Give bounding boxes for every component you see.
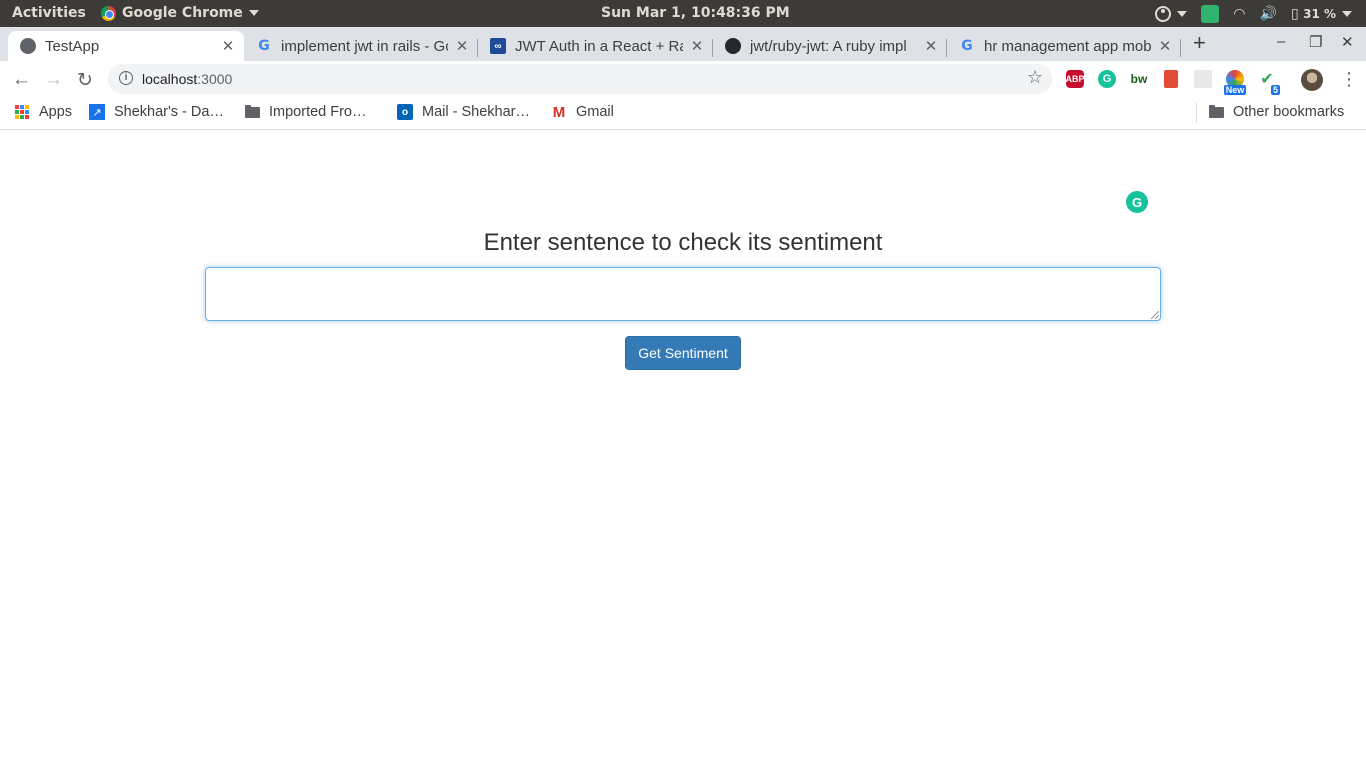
caret-down-icon — [1342, 10, 1352, 17]
new-extension-icon[interactable]: New — [1223, 70, 1247, 95]
folder-icon — [244, 104, 260, 120]
battery-percent: 31 % — [1303, 6, 1336, 21]
folder-icon — [1208, 104, 1224, 120]
bookmark-label: Shekhar's - Da… — [114, 104, 224, 120]
gmail-icon: M — [552, 103, 566, 121]
close-icon[interactable]: ✕ — [454, 37, 470, 55]
checkmark-extension-icon[interactable]: ✔ 5 — [1258, 70, 1280, 95]
system-top-bar: Activities Google Chrome Sun Mar 1, 10:4… — [0, 0, 1366, 27]
minimize-icon[interactable]: ‒ — [1277, 33, 1285, 50]
bookmark-apps[interactable]: Apps — [14, 104, 72, 120]
grammarly-icon[interactable]: G — [1126, 191, 1148, 213]
google-icon: G — [961, 38, 973, 54]
caret-down-icon — [1177, 10, 1188, 17]
bookmark-label: Apps — [39, 104, 73, 120]
tab-testapp[interactable]: TestApp ✕ — [8, 31, 244, 61]
new-badge: New — [1223, 85, 1247, 95]
bw-extension-icon[interactable]: bw — [1130, 70, 1148, 88]
url-host: localhost — [142, 71, 198, 87]
bookmark-label: Gmail — [576, 104, 614, 120]
new-tab-plus-icon[interactable]: + — [1193, 30, 1206, 56]
volume-icon[interactable]: 🔊 — [1260, 6, 1277, 22]
bookmark-other-bookmarks[interactable]: Other bookmarks — [1208, 104, 1344, 120]
green-app-indicator[interactable] — [1201, 4, 1220, 23]
tab-title: JWT Auth in a React + Rai — [515, 37, 683, 55]
chrome-icon — [101, 5, 116, 21]
bookmark-imported-folder[interactable]: Imported Fro… — [244, 104, 367, 120]
browser-toolbar: ← → ↻ i localhost:3000 ☆ ABP G bw New ✔ 5… — [0, 61, 1366, 97]
grey-extension-icon[interactable] — [1194, 70, 1212, 88]
bookmark-label: Other bookmarks — [1233, 104, 1345, 120]
wifi-icon[interactable]: ◠ — [1233, 6, 1245, 22]
tab-title: TestApp — [45, 37, 100, 55]
info-icon[interactable]: i — [119, 71, 133, 85]
accessibility-icon — [1155, 5, 1172, 22]
tab-separator — [1180, 39, 1181, 57]
battery-icon: ▯ — [1290, 5, 1304, 22]
sentence-input[interactable] — [205, 267, 1161, 321]
caret-down-icon — [248, 10, 259, 16]
count-badge: 5 — [1270, 85, 1280, 95]
resize-grip-icon[interactable] — [1151, 311, 1159, 319]
google-icon: G — [258, 38, 270, 54]
bookmark-gmail[interactable]: M Gmail — [551, 103, 614, 121]
more-menu-icon[interactable]: ⋮ — [1340, 69, 1358, 90]
bookmarks-separator — [1196, 103, 1197, 123]
tab-strip: TestApp ✕ G implement jwt in rails - Go … — [0, 27, 1366, 61]
red-book-extension-icon[interactable] — [1164, 70, 1178, 88]
tab-title: hr management app mob — [984, 37, 1151, 55]
activities-button[interactable]: Activities — [12, 5, 86, 21]
tab-hr-management[interactable]: G hr management app mob ✕ — [947, 31, 1181, 61]
close-icon[interactable]: ✕ — [689, 37, 705, 55]
forward-arrow-icon[interactable]: → — [44, 69, 63, 91]
url-port: :3000 — [197, 71, 233, 87]
reload-icon[interactable]: ↻ — [77, 69, 93, 92]
tab-implement-jwt[interactable]: G implement jwt in rails - Go ✕ — [244, 31, 478, 61]
battery-indicator[interactable]: ▯ 31 % — [1291, 6, 1352, 22]
bookmark-label: Imported Fro… — [269, 104, 367, 120]
page-heading: Enter sentence to check its sentiment — [483, 229, 883, 256]
system-tray: ◠ 🔊 ▯ 31 % — [1155, 0, 1366, 27]
restore-icon[interactable]: ❐ — [1309, 33, 1322, 51]
bookmark-label: Mail - Shekhar… — [422, 104, 530, 120]
close-icon[interactable]: ✕ — [1157, 37, 1173, 55]
tab-ruby-jwt[interactable]: jwt/ruby-jwt: A ruby impl ✕ — [713, 31, 947, 61]
app-menu[interactable]: Google Chrome — [101, 5, 259, 21]
bookmark-shekhars-dashboard[interactable]: ↗ Shekhar's - Da… — [89, 104, 224, 120]
tab-jwt-auth-react[interactable]: ∞ JWT Auth in a React + Rai ✕ — [478, 31, 713, 61]
apps-grid-icon — [14, 104, 30, 120]
url-text[interactable]: localhost:3000 — [142, 71, 232, 87]
grammarly-extension-icon[interactable]: G — [1098, 70, 1116, 88]
accessibility-menu[interactable] — [1155, 5, 1188, 22]
page-content: G Enter sentence to check its sentiment … — [0, 131, 1366, 768]
clock[interactable]: Sun Mar 1, 10:48:36 PM — [601, 5, 790, 21]
tab-title: jwt/ruby-jwt: A ruby impl — [750, 37, 907, 55]
close-icon[interactable]: ✕ — [220, 37, 236, 55]
chart-icon: ↗ — [89, 104, 105, 120]
window-close-icon[interactable]: ✕ — [1341, 33, 1354, 51]
app-menu-label: Google Chrome — [122, 5, 243, 21]
close-icon[interactable]: ✕ — [923, 37, 939, 55]
back-arrow-icon[interactable]: ← — [12, 69, 31, 91]
profile-avatar[interactable] — [1301, 69, 1323, 91]
globe-icon — [20, 38, 36, 54]
bookmark-mail[interactable]: o Mail - Shekhar… — [397, 104, 530, 120]
app-indicator-icon — [1201, 4, 1220, 23]
tab-title: implement jwt in rails - Go — [281, 37, 448, 55]
abp-label: ABP — [1065, 74, 1085, 84]
infinity-icon: ∞ — [490, 38, 506, 54]
github-icon — [725, 38, 741, 54]
address-bar[interactable]: i localhost:3000 ☆ — [108, 64, 1052, 94]
outlook-icon: o — [397, 104, 413, 120]
bookmarks-bar: Apps ↗ Shekhar's - Da… Imported Fro… o M… — [0, 97, 1366, 130]
get-sentiment-button[interactable]: Get Sentiment — [625, 336, 741, 370]
bookmark-star-icon[interactable]: ☆ — [1027, 67, 1043, 88]
adblock-plus-icon[interactable]: ABP — [1065, 70, 1085, 88]
